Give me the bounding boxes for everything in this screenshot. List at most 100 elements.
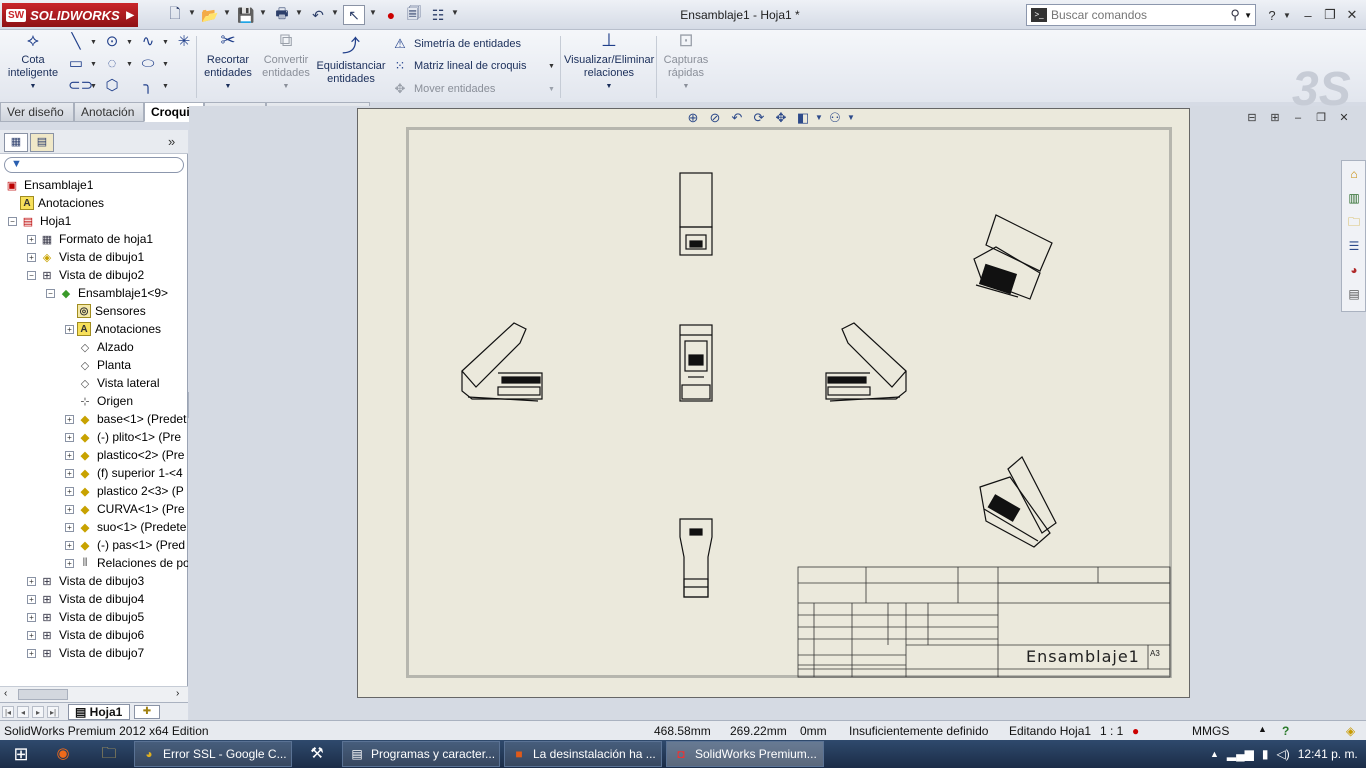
zoom-to-fit-icon[interactable]: ⊕ — [683, 109, 703, 127]
print-icon[interactable]: 🖶 — [271, 5, 293, 25]
search-input[interactable] — [1051, 8, 1227, 22]
expand-icon[interactable]: + — [27, 594, 36, 604]
display-style-icon[interactable]: ◧ — [793, 109, 813, 127]
tab-anotacion[interactable]: Anotación — [74, 102, 144, 122]
taskbar-item-chrome[interactable]: ◕ Error SSL - Google C... — [134, 741, 292, 767]
restore-icon[interactable]: ❐ — [1320, 6, 1340, 24]
tree-node-part[interactable]: + ◆ (-) plito<1> (Pre — [65, 428, 181, 446]
tree-node-vista3[interactable]: + ⊞ Vista de dibujo3 — [27, 572, 144, 590]
drawing-view-isometric-2[interactable] — [979, 456, 1057, 548]
search-commands-box[interactable]: >_ ⚲ ▼ — [1026, 4, 1256, 26]
tree-node-sensores[interactable]: ◎ Sensores — [65, 302, 146, 320]
expand-icon[interactable]: + — [27, 576, 36, 586]
tree-node-vista7[interactable]: + ⊞ Vista de dibujo7 — [27, 644, 144, 662]
drawing-sheet[interactable]: Ensamblaje1 A3 — [357, 108, 1190, 698]
tree-node-vista6[interactable]: + ⊞ Vista de dibujo6 — [27, 626, 144, 644]
scroll-left-icon[interactable]: ‹ — [4, 688, 7, 699]
mirror-entities-button[interactable]: ⚠ Simetría de entidades — [392, 36, 521, 52]
scroll-right-icon[interactable]: › — [176, 688, 179, 699]
move-dropdown-icon[interactable]: ▼ — [548, 86, 555, 93]
battery-icon[interactable]: ▮ — [1262, 747, 1269, 761]
close-icon[interactable]: ✕ — [1342, 6, 1362, 24]
tree-node-part[interactable]: + ◆ plastico 2<3> (P — [65, 482, 184, 500]
last-sheet-icon[interactable]: ▸| — [47, 706, 59, 718]
view-palette-icon[interactable]: ☰ — [1344, 236, 1364, 256]
expand-icon[interactable]: + — [65, 414, 74, 424]
spline-dropdown-icon[interactable]: ▼ — [162, 39, 169, 46]
select-dropdown-icon[interactable]: ▼ — [369, 8, 377, 17]
rebuild-status-icon[interactable]: ● — [1132, 724, 1139, 738]
new-document-icon[interactable]: 🗋 — [164, 5, 186, 25]
file-explorer-icon[interactable]: 🗀 — [1344, 212, 1364, 232]
next-sheet-icon[interactable]: ▸ — [32, 706, 44, 718]
expand-icon[interactable]: + — [65, 558, 74, 568]
tree-node-part[interactable]: + ◆ CURVA<1> (Pre — [65, 500, 185, 518]
explorer-folder-icon[interactable]: 🗀 — [92, 742, 126, 766]
network-signal-icon[interactable]: ▂▄▆ — [1227, 747, 1254, 761]
tree-node-part[interactable]: + ◆ (f) superior 1-<4 — [65, 464, 183, 482]
tree-node-alzado[interactable]: ◇ Alzado — [65, 338, 134, 356]
arc-icon[interactable]: ◌ — [104, 56, 120, 72]
help-dropdown-icon[interactable]: ▼ — [1280, 6, 1294, 24]
smart-dimension-dropdown-icon[interactable]: ▼ — [6, 80, 60, 93]
tree-node-vista2[interactable]: − ⊞ Vista de dibujo2 — [27, 266, 144, 284]
tree-node-vista5[interactable]: + ⊞ Vista de dibujo5 — [27, 608, 144, 626]
relations-dropdown-icon[interactable]: ▼ — [564, 80, 654, 93]
first-sheet-icon[interactable]: |◂ — [2, 706, 14, 718]
print-dropdown-icon[interactable]: ▼ — [295, 8, 303, 17]
point-icon[interactable]: ✳ — [176, 34, 192, 50]
quick-snaps-dropdown-icon[interactable]: ▼ — [660, 80, 712, 93]
smart-dimension-button[interactable]: ⟡ Cota inteligente ▼ — [6, 31, 60, 93]
tree-node-part[interactable]: + ◆ base<1> (Predet — [65, 410, 186, 428]
expand-icon[interactable]: + — [65, 504, 74, 514]
drawing-view-right[interactable] — [825, 322, 907, 402]
open-folder-icon[interactable]: 📂 — [199, 5, 221, 25]
pan-view-icon[interactable]: ✥ — [771, 109, 791, 127]
display-delete-relations-button[interactable]: ⊥ Visualizar/Eliminar relaciones ▼ — [564, 31, 654, 93]
tree-node-vista4[interactable]: + ⊞ Vista de dibujo4 — [27, 590, 144, 608]
undo-dropdown-icon[interactable]: ▼ — [331, 8, 339, 17]
home-icon[interactable]: ⌂ — [1344, 164, 1364, 184]
expand-icon[interactable]: + — [27, 234, 36, 244]
search-dropdown-icon[interactable]: ▼ — [1244, 11, 1252, 20]
taskbar-item-programs[interactable]: ▤ Programas y caracter... — [342, 741, 500, 767]
units-up-icon[interactable]: ▲ — [1258, 724, 1267, 734]
convert-dropdown-icon[interactable]: ▼ — [258, 80, 314, 93]
pattern-dropdown-icon[interactable]: ▼ — [548, 63, 555, 70]
minimize-icon[interactable]: – — [1298, 6, 1318, 24]
line-dropdown-icon[interactable]: ▼ — [90, 39, 97, 46]
expand-icon[interactable]: + — [65, 450, 74, 460]
collapse-icon[interactable]: − — [8, 216, 17, 226]
tree-node-planta[interactable]: ◇ Planta — [65, 356, 131, 374]
drawing-view-isometric-1[interactable] — [973, 214, 1053, 300]
fillet-icon[interactable]: ╮ — [140, 78, 156, 94]
firefox-icon[interactable]: ◉ — [46, 742, 80, 766]
expand-icon[interactable]: + — [27, 648, 36, 658]
tree-node-formato-hoja[interactable]: + ▦ Formato de hoja1 — [27, 230, 153, 248]
previous-view-icon[interactable]: ↶ — [727, 109, 747, 127]
drawing-view-front[interactable] — [679, 324, 713, 402]
rectangle-icon[interactable]: ▭ — [68, 56, 84, 72]
move-entities-button[interactable]: ✥ Mover entidades — [392, 81, 496, 97]
rectangle-dropdown-icon[interactable]: ▼ — [90, 61, 97, 68]
tool-icon[interactable]: ⚒ — [300, 742, 334, 766]
design-library-icon[interactable]: ▥ — [1344, 188, 1364, 208]
expand-icon[interactable]: + — [27, 630, 36, 640]
circle-icon[interactable]: ⊙ — [104, 34, 120, 50]
help-status-icon[interactable]: ? — [1282, 724, 1289, 738]
options-dropdown-icon[interactable]: ▼ — [451, 8, 459, 17]
clock[interactable]: 12:41 p. m. — [1298, 747, 1358, 761]
circle-dropdown-icon[interactable]: ▼ — [126, 39, 133, 46]
linear-pattern-button[interactable]: ⁙ Matriz lineal de croquis — [392, 58, 527, 74]
trim-dropdown-icon[interactable]: ▼ — [200, 80, 256, 93]
tree-node-vista1[interactable]: + ◈ Vista de dibujo1 — [27, 248, 144, 266]
tree-node-part[interactable]: + ◆ plastico<2> (Pre — [65, 446, 184, 464]
panel-horizontal-scrollbar[interactable]: ‹ › — [0, 686, 188, 702]
tile-vertical-icon[interactable]: ⊞ — [1266, 110, 1284, 126]
tree-node-part[interactable]: + ◆ (-) pas<1> (Pred — [65, 536, 185, 554]
windows-start-icon[interactable]: ⊞ — [4, 742, 38, 766]
slot-icon[interactable]: ⊂⊃ — [68, 78, 93, 94]
ellipse-icon[interactable]: ⬭ — [140, 56, 156, 72]
tree-node-origen[interactable]: ⊹ Origen — [65, 392, 133, 410]
save-icon[interactable]: 💾 — [235, 5, 257, 25]
